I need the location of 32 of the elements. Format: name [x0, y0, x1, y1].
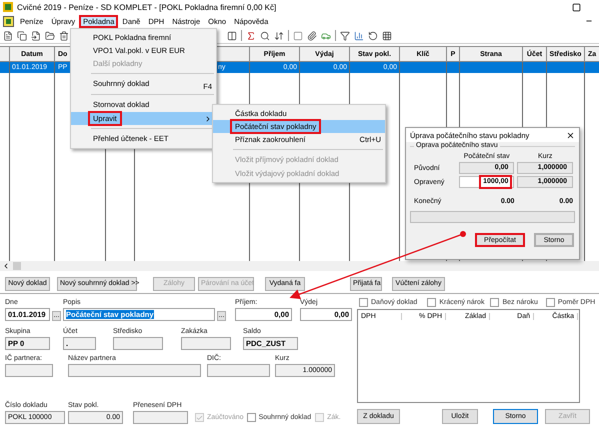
submenu-chevron-icon	[204, 114, 212, 122]
scrollbar-thumb[interactable]	[13, 262, 21, 270]
folder-icon[interactable]	[45, 30, 55, 40]
import-icon[interactable]	[31, 30, 41, 40]
window-title: Cvičné 2019 - Peníze - SD KOMPLET - [POKL Pokladna firemní 0,00 Kč]	[17, 2, 278, 12]
app-icon	[3, 2, 13, 12]
car-icon[interactable]	[321, 30, 331, 40]
input-field[interactable]	[133, 411, 188, 424]
input-field[interactable]	[181, 337, 231, 350]
check-icon	[196, 414, 203, 422]
square-icon[interactable]	[293, 30, 303, 40]
copy-icon[interactable]	[17, 30, 27, 40]
scroll-left-icon[interactable]	[2, 262, 10, 270]
input-field[interactable]	[113, 337, 163, 350]
input-field[interactable]	[207, 364, 270, 377]
column-header[interactable]	[0, 47, 10, 62]
filter-icon[interactable]	[340, 30, 350, 40]
input-field[interactable]	[5, 364, 53, 377]
document-icon[interactable]	[3, 16, 14, 26]
grid-icon[interactable]	[382, 30, 392, 40]
sort-icon[interactable]	[274, 30, 284, 40]
paperclip-icon[interactable]	[307, 30, 317, 40]
input-field[interactable]	[68, 364, 201, 377]
bar-chart-icon[interactable]	[354, 30, 364, 40]
trash-icon[interactable]	[59, 30, 69, 40]
sigma-icon[interactable]	[246, 30, 256, 40]
search-icon[interactable]	[260, 30, 270, 40]
restore-icon[interactable]	[572, 2, 581, 12]
document-icon[interactable]	[3, 30, 13, 40]
close-icon[interactable]	[566, 130, 575, 140]
refresh-icon[interactable]	[368, 30, 378, 40]
columns-icon[interactable]	[227, 30, 237, 40]
